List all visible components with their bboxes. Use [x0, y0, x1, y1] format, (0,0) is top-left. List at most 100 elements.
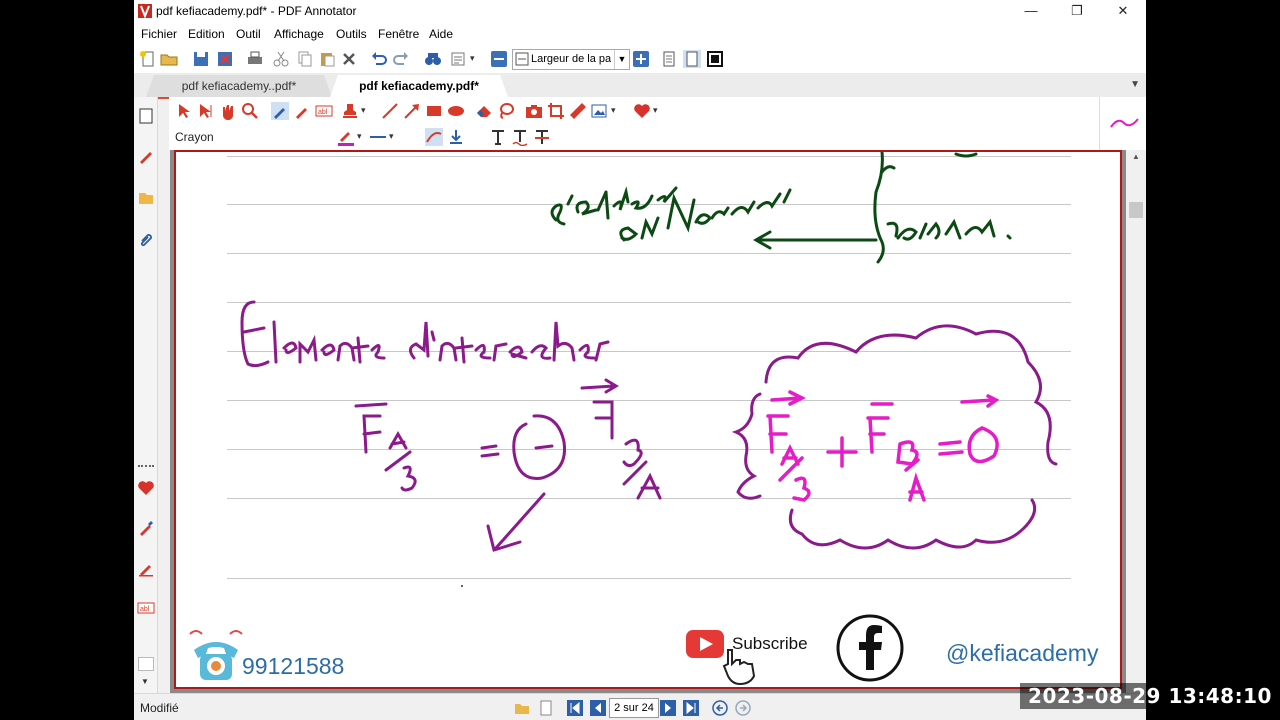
- favorite-heart-icon[interactable]: [137, 479, 155, 497]
- marker-icon[interactable]: [137, 559, 155, 577]
- text-field-icon[interactable]: abl: [137, 599, 155, 617]
- image-dropdown-icon[interactable]: ▾: [611, 105, 616, 116]
- stamp-tool-icon[interactable]: [449, 50, 467, 68]
- folder-nav-icon[interactable]: [514, 700, 530, 716]
- zoom-out-icon[interactable]: [490, 50, 508, 68]
- rectangle-tool-icon[interactable]: [425, 102, 443, 120]
- zoom-value: Largeur de la page: [531, 53, 611, 65]
- text-format-icon[interactable]: [489, 128, 507, 146]
- menu-fenetre[interactable]: Fenêtre: [378, 27, 419, 41]
- scroll-up-arrow-icon[interactable]: ▲: [1129, 152, 1143, 164]
- lasso-tool-icon[interactable]: [497, 102, 515, 120]
- print-icon[interactable]: [246, 50, 264, 68]
- menu-outils[interactable]: Outils: [336, 27, 367, 41]
- scrollbar-thumb[interactable]: [1129, 202, 1143, 218]
- text-select-arrow-icon[interactable]: [197, 102, 215, 120]
- vertical-scrollbar[interactable]: ▲: [1127, 150, 1146, 693]
- menu-fichier[interactable]: Fichier: [141, 27, 177, 41]
- favorites-heart-icon[interactable]: [633, 102, 651, 120]
- zoom-select[interactable]: Largeur de la page ▼: [512, 49, 630, 70]
- pointing-hand-cursor-icon: [722, 649, 756, 686]
- menu-affichage[interactable]: Affichage: [274, 27, 324, 41]
- document-icon[interactable]: [538, 700, 554, 716]
- page-thumbnail-icon[interactable]: [137, 107, 155, 125]
- ellipse-tool-icon[interactable]: [447, 102, 465, 120]
- sidebar-scroll-up-button[interactable]: [138, 657, 154, 671]
- pan-hand-icon[interactable]: [219, 102, 237, 120]
- line-tool-icon[interactable]: [381, 102, 399, 120]
- favorites-dropdown-icon[interactable]: ▾: [653, 105, 658, 116]
- left-sidebar: abl ▼: [134, 97, 158, 693]
- forward-icon[interactable]: [735, 700, 751, 716]
- attachment-paperclip-icon[interactable]: [137, 231, 155, 249]
- pen-color-dropdown-icon[interactable]: ▾: [357, 131, 362, 142]
- first-page-icon[interactable]: [567, 700, 583, 716]
- stamp-tool-icon[interactable]: [341, 102, 359, 120]
- arrow-tool-icon[interactable]: [403, 102, 421, 120]
- line-width-dropdown-icon[interactable]: ▾: [389, 131, 394, 142]
- highlighter-tool-icon[interactable]: [293, 102, 311, 120]
- pen-color-icon[interactable]: [337, 128, 355, 146]
- ruler-tool-icon[interactable]: [569, 102, 587, 120]
- zoom-fit-width-icon: [515, 52, 529, 66]
- maximize-button[interactable]: ❐: [1054, 0, 1100, 23]
- stamp-dropdown-arrow-icon[interactable]: ▾: [470, 53, 475, 64]
- minimize-button[interactable]: —: [1008, 0, 1054, 23]
- paste-icon[interactable]: [318, 50, 336, 68]
- smooth-stroke-icon[interactable]: [425, 128, 443, 146]
- zoom-magnifier-icon[interactable]: [241, 102, 259, 120]
- eraser-tool-icon[interactable]: [475, 102, 493, 120]
- find-binoculars-icon[interactable]: [424, 50, 442, 68]
- note-folder-icon[interactable]: [137, 189, 155, 207]
- cut-icon[interactable]: [272, 50, 290, 68]
- redo-icon[interactable]: [392, 50, 410, 68]
- back-icon[interactable]: [712, 700, 728, 716]
- stroke-preview-panel: [1099, 97, 1146, 150]
- page-number-field[interactable]: 2 sur 24: [609, 698, 659, 718]
- annotation-pen-icon[interactable]: [137, 147, 155, 165]
- youtube-logo-icon: [686, 630, 724, 658]
- menu-bar: Fichier Edition Outil Affichage Outils F…: [134, 23, 1146, 45]
- sidebar-scroll-down-icon[interactable]: ▼: [141, 677, 149, 686]
- previous-page-icon[interactable]: [590, 700, 606, 716]
- continuous-view-icon[interactable]: [683, 50, 701, 68]
- open-folder-icon[interactable]: [160, 50, 178, 68]
- menu-aide[interactable]: Aide: [429, 27, 453, 41]
- text-box-tool-icon[interactable]: abl: [315, 102, 333, 120]
- crop-tool-icon[interactable]: [547, 102, 565, 120]
- text-underline-icon[interactable]: [511, 128, 529, 146]
- highlighter-pen-icon[interactable]: [137, 519, 155, 537]
- stamp-tool-dropdown-icon[interactable]: ▾: [361, 105, 366, 116]
- save-icon[interactable]: [192, 50, 210, 68]
- menu-outil[interactable]: Outil: [236, 27, 261, 41]
- pressure-icon[interactable]: [447, 128, 465, 146]
- single-page-view-icon[interactable]: [660, 50, 678, 68]
- new-document-icon[interactable]: [139, 50, 157, 68]
- close-button[interactable]: ✕: [1100, 0, 1146, 23]
- camera-snapshot-icon[interactable]: [525, 102, 543, 120]
- full-screen-icon[interactable]: [706, 50, 724, 68]
- next-page-icon[interactable]: [660, 700, 676, 716]
- zoom-dropdown-chevron-icon[interactable]: ▼: [614, 50, 629, 69]
- line-width-icon[interactable]: [369, 128, 387, 146]
- zoom-in-icon[interactable]: [632, 50, 650, 68]
- stroke-preview-icon: [1110, 118, 1139, 128]
- delete-icon[interactable]: [340, 50, 358, 68]
- select-arrow-icon[interactable]: [175, 102, 193, 120]
- last-page-icon[interactable]: [683, 700, 699, 716]
- text-strikethrough-icon[interactable]: [533, 128, 551, 146]
- tab-list-dropdown-icon[interactable]: ▼: [1130, 79, 1140, 90]
- insert-image-icon[interactable]: [591, 102, 609, 120]
- document-viewer[interactable]: [170, 150, 1126, 693]
- pdf-page[interactable]: [174, 150, 1122, 689]
- pen-tool-icon[interactable]: [271, 102, 289, 120]
- phone-number: 99121588: [242, 653, 345, 679]
- tab-pdf-kefiacademy-copy[interactable]: pdf kefiacademy..pdf*: [146, 75, 332, 97]
- tab-pdf-kefiacademy[interactable]: pdf kefiacademy.pdf*: [330, 75, 508, 97]
- menu-edition[interactable]: Edition: [188, 27, 225, 41]
- save-as-icon[interactable]: [216, 50, 234, 68]
- undo-icon[interactable]: [370, 50, 388, 68]
- main-toolbar: ▾ Largeur de la page ▼: [134, 45, 1146, 74]
- copy-icon[interactable]: [296, 50, 314, 68]
- status-bar: Modifié 2 sur 24: [134, 693, 1146, 720]
